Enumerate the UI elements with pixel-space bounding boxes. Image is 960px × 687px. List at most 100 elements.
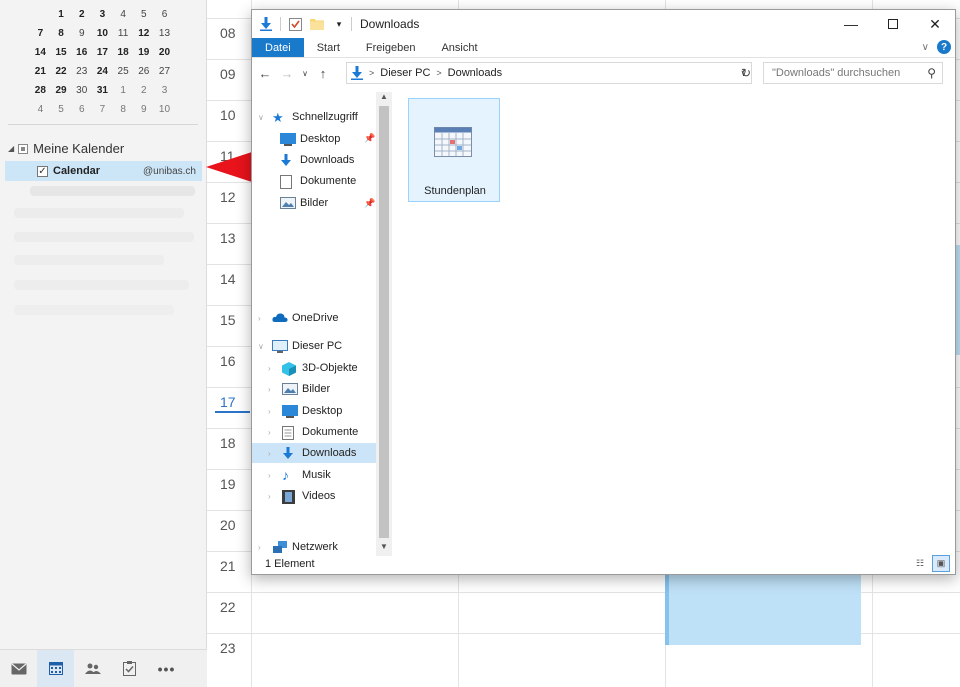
tree-pc-videos[interactable]: › Videos	[268, 486, 335, 506]
mini-calendar-day[interactable]: 3	[154, 85, 175, 96]
tab-share[interactable]: Freigeben	[353, 38, 429, 57]
tab-start[interactable]: Start	[304, 38, 353, 57]
tree-qa-downloads[interactable]: Downloads	[280, 150, 354, 170]
tree-qa-desktop[interactable]: Desktop	[280, 129, 340, 149]
mini-calendar-day[interactable]: 5	[133, 9, 154, 20]
mini-calendar-day[interactable]: 23	[71, 66, 92, 77]
help-icon[interactable]: ?	[937, 40, 951, 54]
tree-pc-downloads[interactable]: › Downloads	[252, 443, 376, 463]
chevron-down-icon[interactable]: ∨	[258, 113, 268, 122]
close-button[interactable]: ✕	[915, 10, 955, 38]
tasks-icon[interactable]	[111, 650, 148, 687]
mini-calendar-day[interactable]: 20	[154, 47, 175, 58]
chevron-right-icon[interactable]: >	[436, 68, 441, 78]
customize-quick-access-icon[interactable]: ▾	[331, 16, 347, 32]
refresh-icon[interactable]: ↻	[737, 62, 755, 84]
mini-calendar-day[interactable]: 8	[113, 104, 134, 115]
mini-calendar-day[interactable]: 31	[92, 85, 113, 96]
mini-calendar-day[interactable]: 6	[71, 104, 92, 115]
expand-ribbon-icon[interactable]: ∨	[922, 42, 929, 53]
chevron-right-icon[interactable]: ›	[258, 543, 268, 552]
mini-calendar-day[interactable]: 24	[92, 66, 113, 77]
mail-icon[interactable]	[0, 650, 37, 687]
mini-calendar-day[interactable]: 21	[30, 66, 51, 77]
tree-quick-access[interactable]: ∨ ★ Schnellzugriff	[258, 107, 358, 127]
calendar-icon[interactable]	[37, 649, 74, 687]
search-input[interactable]: "Downloads" durchsuchen ⚲	[763, 62, 943, 84]
tree-pc-desktop[interactable]: › Desktop	[268, 401, 342, 421]
chevron-right-icon[interactable]: ›	[268, 492, 278, 501]
tree-this-pc[interactable]: ∨ Dieser PC	[258, 336, 342, 356]
mini-calendar-day[interactable]: 8	[51, 28, 72, 39]
tree-qa-documents[interactable]: Dokumente	[280, 171, 356, 191]
title-bar[interactable]: ▾ Downloads — ✕	[252, 10, 955, 38]
recent-locations-icon[interactable]: ∨	[300, 69, 310, 78]
tree-3d-objects[interactable]: › 3D-Objekte	[268, 358, 358, 378]
mini-calendar-day[interactable]: 1	[113, 85, 134, 96]
maximize-button[interactable]	[873, 10, 913, 38]
mini-calendar-day[interactable]: 26	[133, 66, 154, 77]
tree-qa-pictures[interactable]: Bilder	[280, 193, 328, 213]
chevron-right-icon[interactable]: ›	[268, 471, 278, 480]
tab-view[interactable]: Ansicht	[428, 38, 490, 57]
mini-calendar-day[interactable]: 18	[113, 47, 134, 58]
large-icons-view-icon[interactable]: ▣	[932, 555, 950, 572]
my-calendars-group[interactable]: ◢ Meine Kalender	[8, 141, 124, 156]
tab-file[interactable]: Datei	[252, 38, 304, 57]
chevron-right-icon[interactable]: ›	[268, 449, 278, 458]
scroll-thumb[interactable]	[379, 106, 389, 538]
tree-pc-documents[interactable]: › Dokumente	[268, 422, 358, 442]
details-view-icon[interactable]: ☷	[911, 555, 929, 572]
calendar-checkbox[interactable]: ✓	[37, 165, 48, 177]
mini-calendar-day[interactable]: 6	[154, 9, 175, 20]
mini-calendar-day[interactable]: 2	[133, 85, 154, 96]
mini-calendar-day[interactable]: 11	[113, 28, 134, 39]
scroll-up-icon[interactable]: ▲	[376, 92, 392, 106]
back-arrow-icon[interactable]: ←	[256, 66, 274, 81]
nav-scrollbar[interactable]: ▲ ▼	[376, 92, 392, 556]
mini-calendar-day[interactable]: 7	[30, 28, 51, 39]
more-icon[interactable]: •••	[148, 650, 185, 687]
mini-calendar-day[interactable]: 27	[154, 66, 175, 77]
forward-arrow-icon[interactable]: →	[278, 66, 296, 81]
mini-calendar-day[interactable]: 28	[30, 85, 51, 96]
mini-calendar-day[interactable]: 22	[51, 66, 72, 77]
chevron-right-icon[interactable]: ›	[268, 385, 278, 394]
mini-calendar-day[interactable]: 14	[30, 47, 51, 58]
breadcrumb-this-pc[interactable]: Dieser PC	[380, 67, 430, 79]
mini-calendar-day[interactable]: 2	[71, 9, 92, 20]
mini-calendar-day[interactable]: 5	[51, 104, 72, 115]
mini-calendar-day[interactable]: 19	[133, 47, 154, 58]
properties-icon[interactable]	[287, 16, 303, 32]
mini-calendar-day[interactable]: 25	[113, 66, 134, 77]
pin-icon[interactable]: 📌	[364, 133, 375, 144]
tree-pc-music[interactable]: › ♪ Musik	[268, 465, 331, 485]
mini-calendar-day[interactable]: 1	[51, 9, 72, 20]
collapse-triangle-icon[interactable]: ◢	[8, 144, 14, 153]
chevron-right-icon[interactable]: ›	[268, 407, 278, 416]
tree-onedrive[interactable]: › OneDrive	[258, 308, 338, 328]
search-icon[interactable]: ⚲	[927, 66, 936, 80]
new-folder-icon[interactable]	[309, 16, 325, 32]
mini-calendar-day[interactable]: 10	[92, 28, 113, 39]
mini-calendar-day[interactable]: 4	[30, 104, 51, 115]
mini-calendar-day[interactable]: 10	[154, 104, 175, 115]
breadcrumb-downloads[interactable]: Downloads	[448, 67, 502, 79]
calendar-event[interactable]	[665, 572, 861, 645]
file-item[interactable]: Stundenplan	[408, 98, 500, 202]
up-arrow-icon[interactable]: ↑	[314, 66, 332, 81]
mini-calendar-day[interactable]: 17	[92, 47, 113, 58]
pin-icon[interactable]: 📌	[364, 198, 375, 209]
mini-calendar-day[interactable]: 12	[133, 28, 154, 39]
chevron-right-icon[interactable]: ›	[268, 428, 278, 437]
mini-calendar-day[interactable]: 9	[71, 28, 92, 39]
tree-pc-pictures[interactable]: › Bilder	[268, 379, 330, 399]
chevron-right-icon[interactable]: ›	[268, 364, 278, 373]
address-bar[interactable]: > Dieser PC > Downloads ∨	[346, 62, 752, 84]
mini-calendar-day[interactable]: 7	[92, 104, 113, 115]
mini-calendar-day[interactable]: 4	[113, 9, 134, 20]
mini-calendar-day[interactable]: 13	[154, 28, 175, 39]
mini-calendar-day[interactable]: 9	[133, 104, 154, 115]
minimize-button[interactable]: —	[831, 10, 871, 38]
mini-calendar-day[interactable]: 30	[71, 85, 92, 96]
